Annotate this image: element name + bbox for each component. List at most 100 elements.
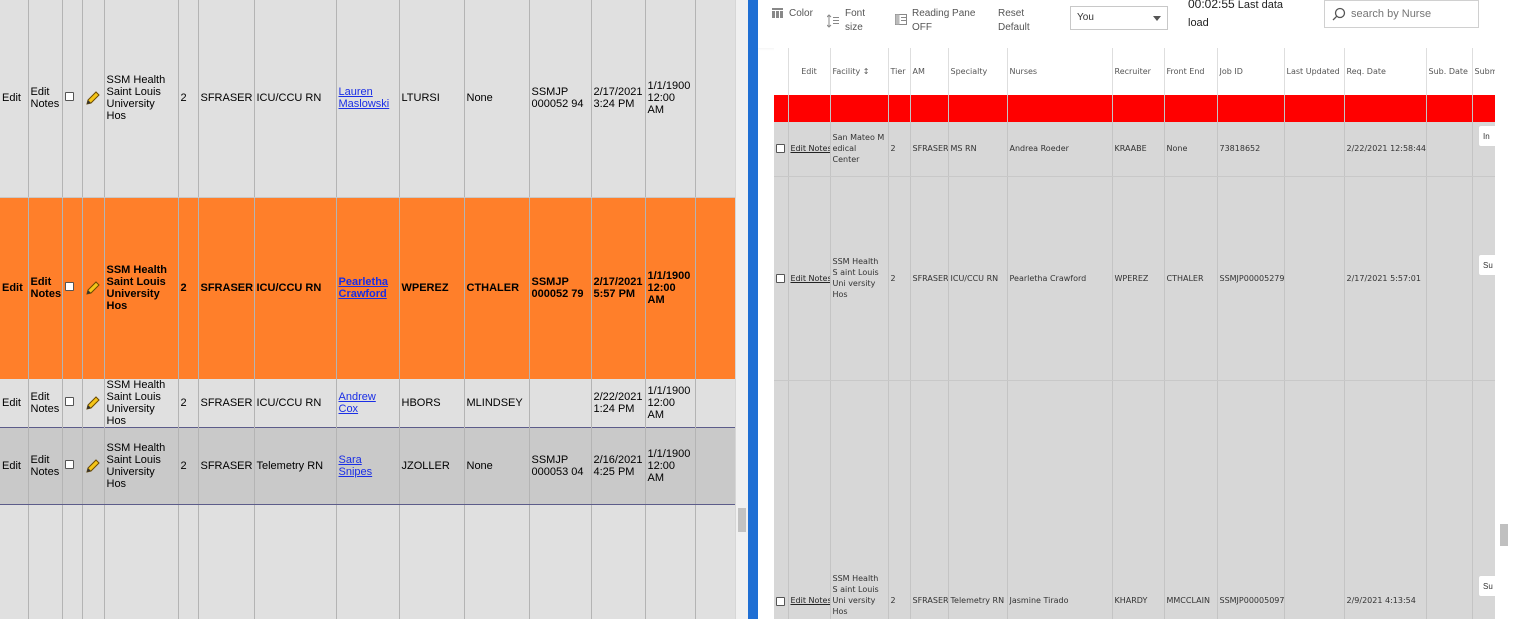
col-header-facility[interactable]: Facility ↕ (830, 48, 889, 95)
chevron-down-icon (1153, 16, 1161, 21)
am-cell: SFRASER (910, 176, 949, 381)
edit-link[interactable]: Edit (0, 197, 29, 379)
pencil-icon[interactable] (85, 90, 102, 106)
tier-cell: 2 (178, 427, 199, 505)
left-scrollbar[interactable] (735, 0, 748, 619)
font-size-button[interactable]: Font size (845, 7, 879, 35)
date-cell: 2/16/2021 4:25 PM (591, 427, 646, 505)
nurse-link[interactable]: Sara Snipes (339, 454, 373, 478)
right-scrollbar[interactable] (1495, 0, 1513, 619)
grid-row-alert[interactable] (774, 95, 1495, 122)
jobid-cell: 73818652 (1217, 122, 1285, 177)
table-row-highlighted[interactable]: Edit Edit Notes SSM Health Saint Louis U… (0, 197, 735, 379)
specialty-cell: ICU/CCU RN (948, 176, 1008, 381)
checkbox[interactable] (64, 460, 74, 469)
edit-notes-link[interactable]: Edit Notes (791, 274, 830, 283)
table-row[interactable]: Edit Edit Notes SSM Health Saint Louis U… (0, 379, 735, 428)
am-cell: SFRASER (198, 379, 255, 428)
pencil-icon[interactable] (85, 458, 102, 474)
edit-notes-link[interactable]: Edit Notes (791, 596, 830, 605)
left-scrollbar-thumb[interactable] (738, 508, 746, 532)
col-header-tier[interactable]: Tier (888, 48, 911, 95)
table-row-selected[interactable]: Edit Edit Notes SSM Health Saint Louis U… (0, 427, 735, 505)
am-cell: SFRASER (198, 197, 255, 379)
timer: 00:02:55 (1188, 0, 1235, 11)
facility-cell: SSM Health S aint Louis Uni versity Hos (830, 380, 889, 619)
table-row[interactable]: Edit Edit Notes SSM Health Saint Louis U… (0, 0, 735, 198)
row-action-button[interactable]: In (1478, 125, 1496, 147)
row-checkbox[interactable] (62, 427, 83, 505)
pencil-icon[interactable] (85, 280, 102, 296)
pencil-icon[interactable] (85, 395, 102, 411)
font-size-icon[interactable] (826, 14, 839, 31)
specialty-cell: ICU/CCU RN (254, 197, 337, 379)
nurse-link[interactable]: Andrew Cox (339, 391, 376, 415)
sub-date-cell (1426, 380, 1473, 619)
last-updated-cell (1284, 122, 1345, 177)
checkbox[interactable] (64, 282, 74, 292)
tier-cell: 2 (178, 197, 199, 379)
reading-pane-button[interactable]: Reading Pane OFF (912, 7, 978, 35)
row-checkbox[interactable] (62, 197, 83, 379)
facility-cell: SSM Health Saint Louis University Hos (104, 427, 179, 505)
grid-row[interactable]: Edit Notes SSM Health S aint Louis Uni v… (774, 380, 1495, 619)
edit-link[interactable]: Edit (0, 379, 29, 428)
color-icon[interactable] (772, 8, 783, 21)
edit-notes-link[interactable]: Edit Notes (791, 144, 830, 153)
color-button[interactable]: Color (789, 7, 813, 21)
edit-notes-link[interactable]: Edit Notes (28, 197, 63, 379)
reset-default-button[interactable]: Reset Default (998, 7, 1038, 35)
last-load-indicator: 00:02:55 Last data load (1188, 0, 1298, 37)
col-header-front-end[interactable]: Front End (1164, 48, 1218, 95)
date-cell: 2/17/2021 5:57 PM (591, 197, 646, 379)
reading-pane-icon[interactable] (895, 14, 907, 28)
edit-link[interactable]: Edit (0, 427, 29, 505)
frontend-cell: CTHALER (1164, 176, 1218, 381)
col-header-edit[interactable]: Edit (788, 48, 831, 95)
edit-notes-link[interactable]: Edit Notes (28, 427, 63, 505)
frontend-cell: None (1164, 122, 1218, 177)
col-header-am[interactable]: AM (910, 48, 949, 95)
row-action-button[interactable]: Su (1478, 575, 1496, 597)
col-header-sub-date[interactable]: Sub. Date (1426, 48, 1473, 95)
grid-row[interactable]: Edit Notes San Mateo M edical Center 2 S… (774, 122, 1495, 177)
nurse-link[interactable]: Pearletha Crawford (339, 276, 389, 300)
specialty-cell: ICU/CCU RN (254, 379, 337, 428)
checkbox[interactable] (64, 397, 74, 406)
row-action-button[interactable]: Su (1478, 254, 1496, 276)
col-header-last-updated[interactable]: Last Updated (1284, 48, 1345, 95)
col-header-nurses[interactable]: Nurses (1007, 48, 1113, 95)
toolbar: Color Font size Reading Pane OFF Reset D… (758, 0, 1495, 48)
frontend-cell: MMCCLAIN (1164, 380, 1218, 619)
search-input[interactable] (1351, 6, 1471, 22)
frontend-cell: CTHALER (464, 197, 530, 379)
row-checkbox[interactable] (776, 596, 785, 606)
row-checkbox[interactable] (776, 273, 785, 283)
right-scrollbar-thumb[interactable] (1500, 524, 1508, 546)
jobid-cell: SSMJP00005097 (1217, 380, 1285, 619)
edit-notes-link[interactable]: Edit Notes (28, 0, 63, 198)
jobid-cell: SSMJP 000052 79 (529, 197, 592, 379)
edit-link[interactable]: Edit (0, 0, 29, 198)
user-select[interactable]: You (1070, 6, 1168, 30)
table-row-empty (0, 504, 735, 619)
col-header-req-date[interactable]: Req. Date (1344, 48, 1427, 95)
am-cell: SFRASER (910, 380, 949, 619)
facility-cell: SSM Health Saint Louis University Hos (104, 379, 179, 428)
facility-cell: SSM Health Saint Louis University Hos (104, 0, 179, 198)
row-checkbox[interactable] (62, 0, 83, 198)
edit-notes-link[interactable]: Edit Notes (28, 379, 63, 428)
last-updated-cell (1284, 176, 1345, 381)
recruiter-cell: WPEREZ (399, 197, 465, 379)
pane-divider[interactable] (748, 0, 758, 619)
col-header-specialty[interactable]: Specialty (948, 48, 1008, 95)
row-checkbox[interactable] (776, 144, 785, 154)
grid-row[interactable]: Edit Notes SSM Health S aint Louis Uni v… (774, 176, 1495, 381)
row-checkbox[interactable] (62, 379, 83, 428)
col-header-job-id[interactable]: Job ID (1217, 48, 1285, 95)
col-header-recruiter[interactable]: Recruiter (1112, 48, 1165, 95)
col-header-submit[interactable]: Subm (1472, 48, 1495, 95)
nurse-link[interactable]: Lauren Maslowski (339, 86, 390, 110)
checkbox[interactable] (64, 92, 74, 102)
search-box[interactable] (1324, 0, 1479, 28)
